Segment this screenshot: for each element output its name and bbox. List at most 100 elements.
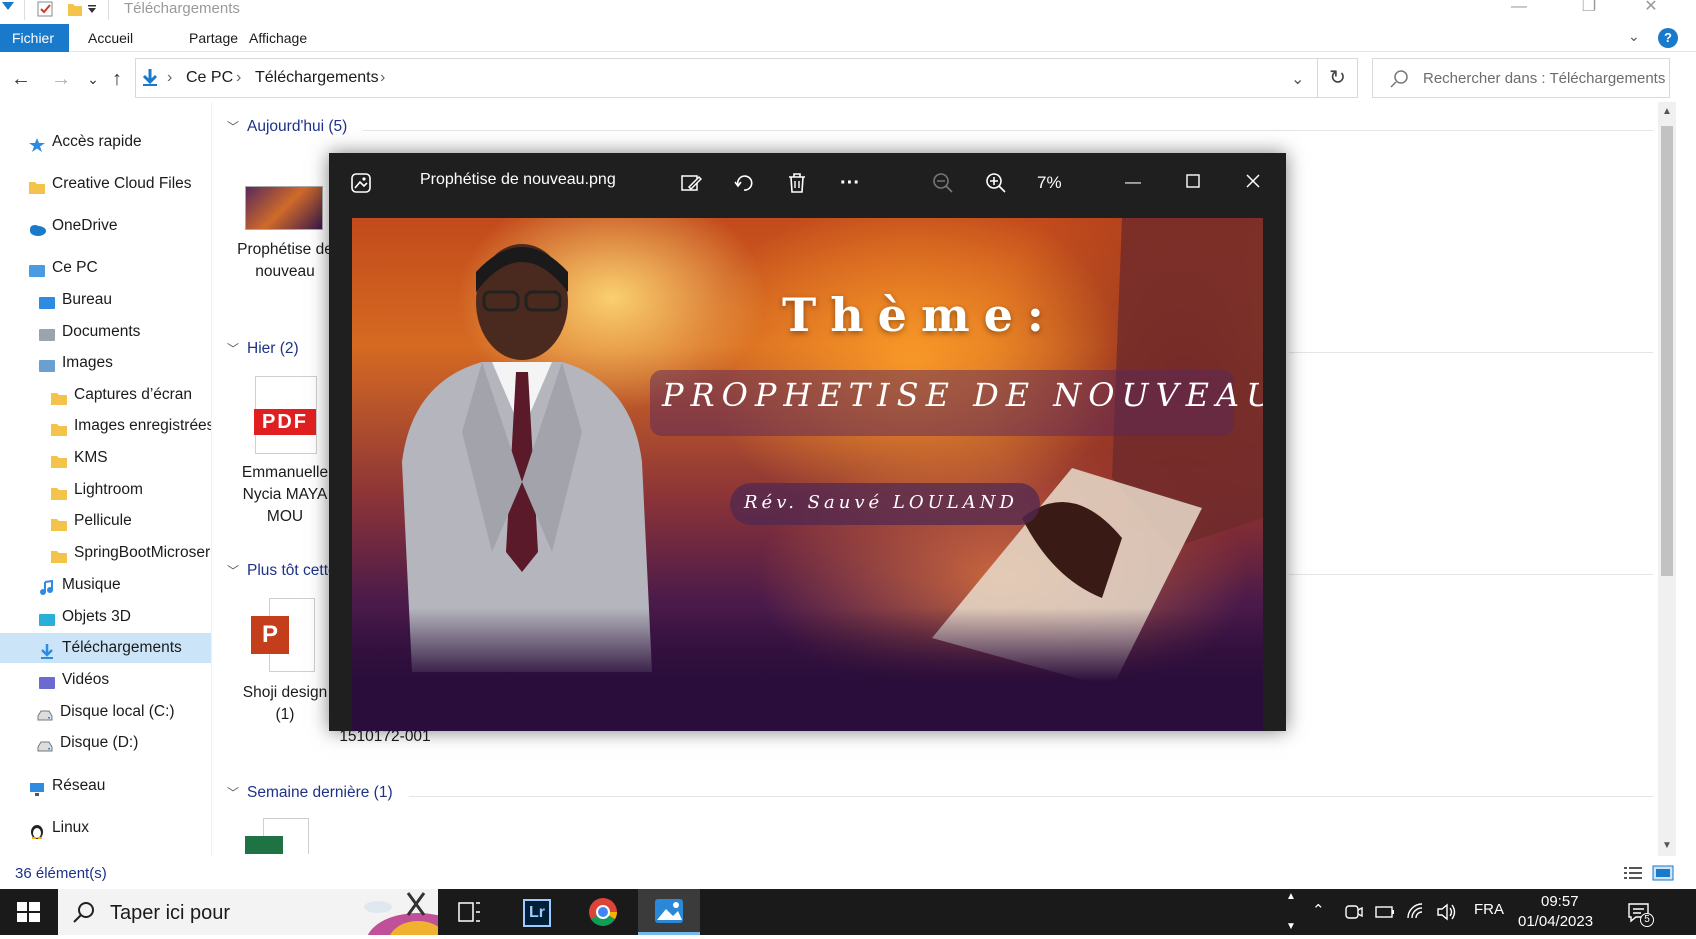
sidebar-item-vid-os[interactable]: Vidéos [0, 665, 211, 695]
forward-button[interactable]: → [48, 66, 74, 92]
sidebar-item-springbootmicroser[interactable]: SpringBootMicroser [0, 538, 211, 568]
star-icon [28, 134, 46, 152]
sidebar-item-label: Réseau [52, 777, 106, 794]
minimize-button[interactable]: — [1496, 0, 1542, 18]
zoom-level[interactable]: 7% [1037, 173, 1062, 193]
sidebar-item-label: KMS [74, 449, 108, 466]
group-header-today[interactable]: ﹀ Aujourd'hui (5) [227, 118, 347, 136]
address-bar[interactable]: › Ce PC › Téléchargements › ⌄ [135, 58, 1318, 98]
image-theme-heading: Thème: [782, 288, 1058, 342]
recent-locations-button[interactable]: ⌄ [80, 66, 106, 92]
viewer-close-button[interactable] [1235, 165, 1271, 201]
back-button[interactable]: ← [8, 66, 34, 92]
sidebar-item-objets-3d[interactable]: Objets 3D [0, 602, 211, 632]
scroll-down-arrow-icon[interactable]: ▼ [1662, 840, 1672, 851]
large-icons-view-icon[interactable] [1652, 864, 1674, 882]
tab-accueil[interactable]: Accueil [76, 24, 145, 52]
task-view-icon [458, 902, 480, 922]
new-folder-icon[interactable] [68, 4, 82, 16]
volume-icon[interactable] [1436, 902, 1458, 922]
breadcrumb-telechargements[interactable]: Téléchargements [255, 69, 379, 87]
up-button[interactable]: ↑ [104, 66, 130, 92]
more-icon[interactable]: ··· [832, 165, 868, 201]
sidebar-item-acc-s-rapide[interactable]: Accès rapide [0, 127, 211, 157]
help-icon[interactable]: ? [1658, 28, 1678, 48]
rotate-icon[interactable] [726, 165, 762, 201]
file-label-prophetise[interactable]: Prophétise de nouveau [237, 239, 333, 283]
sidebar-item-disque-local-c[interactable]: Disque local (C:) [0, 697, 211, 727]
group-header-last-week[interactable]: ﹀ Semaine dernière (1) [227, 784, 393, 802]
sidebar-item-linux[interactable]: Linux [0, 813, 211, 843]
breadcrumb-separator: › [167, 69, 173, 86]
sidebar-item-label: Images enregistrées [74, 417, 212, 434]
sidebar-item-label: Documents [62, 323, 141, 340]
viewer-maximize-button[interactable] [1175, 165, 1211, 201]
sidebar-item-label: Disque local (C:) [60, 703, 175, 720]
start-button[interactable] [0, 889, 56, 935]
group-header-earlier[interactable]: ﹀ Plus tôt cette [227, 562, 337, 580]
zoom-in-icon[interactable] [978, 165, 1014, 201]
image-thumbnail-icon[interactable] [245, 186, 323, 230]
clock-time[interactable]: 09:57 [1541, 893, 1579, 910]
refresh-button[interactable]: ↻ [1318, 58, 1358, 98]
pdf-file-icon[interactable]: PDF [254, 376, 317, 454]
edit-image-icon[interactable] [673, 165, 709, 201]
clock-date[interactable]: 01/04/2023 [1518, 913, 1593, 930]
delete-icon[interactable] [779, 165, 815, 201]
photo-viewer-window[interactable]: Prophétise de nouveau.png ··· 7% — Thème… [329, 153, 1286, 731]
sidebar-item-t-l-chargements[interactable]: Téléchargements [0, 633, 211, 663]
download-arrow-icon[interactable] [2, 2, 14, 10]
action-center-button[interactable]: 5 [1626, 899, 1654, 927]
restore-button[interactable]: ❐ [1566, 0, 1612, 18]
sidebar-item-captures-d-cran[interactable]: Captures d’écran [0, 380, 211, 410]
file-label-emmanuelle[interactable]: Emmanuelle Nycia MAYAMOU [237, 462, 333, 528]
viewer-minimize-button[interactable]: — [1115, 165, 1151, 201]
language-indicator[interactable]: FRA [1474, 901, 1504, 918]
expand-ribbon-chevron-icon[interactable]: ⌄ [1628, 28, 1640, 45]
sidebar-item-images[interactable]: Images [0, 348, 211, 378]
tab-fichier[interactable]: Fichier [0, 24, 69, 52]
sidebar-item-r-seau[interactable]: Réseau [0, 771, 211, 801]
battery-plug-icon[interactable] [1374, 902, 1396, 922]
scroll-up-arrow-icon[interactable]: ▲ [1662, 106, 1672, 117]
item-count: 36 élément(s) [15, 865, 107, 882]
details-view-icon[interactable] [1622, 864, 1644, 882]
sidebar-item-lightroom[interactable]: Lightroom [0, 475, 211, 505]
lightroom-taskbar-button[interactable]: Lr [506, 889, 568, 935]
sidebar-item-ce-pc[interactable]: Ce PC [0, 253, 211, 283]
scroll-thumb[interactable] [1661, 126, 1673, 576]
file-label-shoji[interactable]: Shoji design (1) [237, 682, 333, 726]
tab-affichage[interactable]: Affichage [237, 24, 319, 52]
close-button[interactable]: ✕ [1628, 0, 1674, 18]
customize-toolbar-icon[interactable] [88, 5, 96, 13]
vertical-scrollbar[interactable]: ▲ ▼ [1658, 102, 1676, 856]
group-header-yesterday[interactable]: ﹀ Hier (2) [227, 340, 299, 358]
sidebar-item-musique[interactable]: Musique [0, 570, 211, 600]
properties-icon[interactable] [37, 1, 53, 17]
sidebar-item-images-enregistr-es[interactable]: Images enregistrées [0, 411, 212, 441]
powerpoint-file-icon[interactable]: P [251, 598, 317, 676]
task-view-button[interactable] [438, 889, 500, 935]
taskbar-scroll-up-icon[interactable]: ▲ [1286, 891, 1296, 902]
zoom-out-icon[interactable] [925, 165, 961, 201]
address-history-dropdown[interactable]: ⌄ [1291, 69, 1304, 89]
photos-taskbar-button[interactable] [638, 889, 700, 935]
search-icon [73, 902, 94, 923]
meet-now-icon[interactable] [1344, 902, 1364, 922]
wifi-icon[interactable] [1406, 902, 1428, 922]
sidebar-item-onedrive[interactable]: OneDrive [0, 211, 211, 241]
sidebar-item-pellicule[interactable]: Pellicule [0, 506, 211, 536]
sidebar-item-documents[interactable]: Documents [0, 317, 211, 347]
chrome-taskbar-button[interactable] [572, 889, 634, 935]
sidebar-item-kms[interactable]: KMS [0, 443, 211, 473]
sidebar-item-bureau[interactable]: Bureau [0, 285, 211, 315]
taskbar-search-box[interactable]: Taper ici pour [58, 889, 438, 935]
taskbar-scroll-down-icon[interactable]: ▼ [1286, 921, 1296, 932]
excel-file-icon[interactable] [245, 818, 315, 854]
show-hidden-icons-chevron-icon[interactable]: ⌃ [1312, 901, 1325, 919]
sidebar-item-disque-d[interactable]: Disque (D:) [0, 728, 211, 758]
breadcrumb-ce-pc[interactable]: Ce PC [186, 69, 233, 87]
sidebar-item-creative-cloud-files[interactable]: Creative Cloud Files [0, 169, 211, 199]
search-input[interactable]: Rechercher dans : Téléchargements [1372, 58, 1670, 98]
onedrive-cloud-icon [28, 218, 46, 236]
